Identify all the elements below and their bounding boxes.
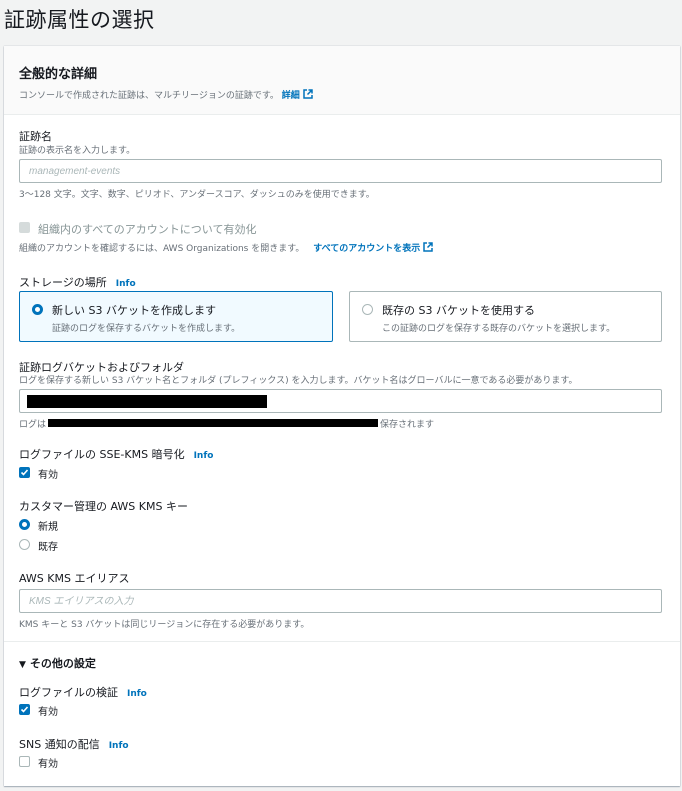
sns-delivery-checkbox[interactable] bbox=[19, 756, 30, 767]
log-validation-label: ログファイルの検証 Info bbox=[19, 686, 147, 699]
general-details-title: 全般的な詳細 bbox=[19, 67, 98, 82]
kms-alias-constraint: KMS キーと S3 バケットは同じリージョンに存在する必要があります。 bbox=[19, 620, 310, 630]
storage-info-link[interactable]: Info bbox=[116, 279, 136, 289]
new-s3-bucket-tile[interactable]: 新しい S3 バケットを作成します 証跡のログを保存するバケットを作成します。 bbox=[19, 291, 333, 342]
log-validation-checkbox[interactable] bbox=[19, 704, 30, 715]
kms-key-existing-radio[interactable] bbox=[19, 539, 30, 550]
view-all-accounts-link[interactable]: すべてのアカウントを表示 bbox=[313, 242, 433, 254]
new-s3-bucket-radio[interactable] bbox=[32, 304, 43, 315]
kms-alias-label: AWS KMS エイリアス bbox=[19, 572, 130, 585]
kms-key-new-radio[interactable] bbox=[19, 519, 30, 530]
checkmark-icon bbox=[20, 469, 29, 476]
additional-settings-toggle[interactable]: ▼ その他の設定 bbox=[19, 655, 96, 671]
panel-header: 全般的な詳細 コンソールで作成された証跡は、マルチリージョンの証跡です。 詳細 bbox=[4, 46, 680, 115]
log-location-text: ログは 保存されます bbox=[19, 419, 435, 430]
trail-name-input[interactable] bbox=[19, 159, 662, 183]
trail-attributes-panel: 全般的な詳細 コンソールで作成された証跡は、マルチリージョンの証跡です。 詳細 … bbox=[4, 46, 680, 786]
sse-kms-label: ログファイルの SSE-KMS 暗号化 Info bbox=[19, 448, 214, 461]
kms-key-existing-label: 既存 bbox=[38, 542, 58, 553]
organization-checkbox-label: 組織内のすべてのアカウントについて有効化 bbox=[38, 223, 257, 236]
kms-key-new-label: 新規 bbox=[38, 522, 58, 533]
general-details-description: コンソールで作成された証跡は、マルチリージョンの証跡です。 詳細 bbox=[19, 88, 665, 101]
checkmark-icon bbox=[20, 706, 29, 713]
section-divider bbox=[4, 641, 680, 642]
bucket-folder-input[interactable] bbox=[19, 389, 662, 413]
existing-s3-bucket-radio[interactable] bbox=[362, 304, 373, 315]
organization-checkbox[interactable] bbox=[19, 222, 30, 233]
organization-description: 組織のアカウントを確認するには、AWS Organizations を開きます。… bbox=[19, 241, 433, 254]
new-s3-bucket-description: 証跡のログを保存するバケットを作成します。 bbox=[52, 324, 241, 334]
kms-alias-input[interactable] bbox=[19, 589, 662, 613]
trail-name-label: 証跡名 bbox=[19, 130, 52, 143]
sns-delivery-info-link[interactable]: Info bbox=[109, 741, 129, 751]
sns-delivery-checkbox-label: 有効 bbox=[38, 759, 58, 770]
sse-kms-checkbox-label: 有効 bbox=[38, 470, 58, 481]
bucket-folder-description: ログを保存する新しい S3 バケット名とフォルダ (プレフィックス) を入力しま… bbox=[19, 376, 578, 386]
caret-down-icon: ▼ bbox=[19, 660, 26, 670]
existing-s3-bucket-tile[interactable]: 既存の S3 バケットを使用する この証跡のログを保存する既存のバケットを選択し… bbox=[349, 291, 662, 342]
redacted-bucket-name bbox=[27, 395, 267, 408]
redacted-log-path bbox=[48, 419, 378, 427]
log-validation-checkbox-label: 有効 bbox=[38, 707, 58, 718]
kms-key-label: カスタマー管理の AWS KMS キー bbox=[19, 500, 188, 513]
sse-kms-checkbox[interactable] bbox=[19, 467, 30, 478]
trail-name-description: 証跡の表示名を入力します。 bbox=[19, 146, 136, 156]
existing-s3-bucket-description: この証跡のログを保存する既存のバケットを選択します。 bbox=[382, 324, 616, 334]
external-link-icon bbox=[423, 242, 433, 252]
sse-kms-info-link[interactable]: Info bbox=[194, 451, 214, 461]
existing-s3-bucket-title: 既存の S3 バケットを使用する bbox=[382, 304, 535, 317]
new-s3-bucket-title: 新しい S3 バケットを作成します bbox=[52, 304, 216, 317]
external-link-icon bbox=[303, 89, 313, 99]
sns-delivery-label: SNS 通知の配信 Info bbox=[19, 738, 129, 751]
storage-location-label: ストレージの場所 Info bbox=[19, 276, 136, 289]
details-link[interactable]: 詳細 bbox=[282, 89, 313, 101]
trail-name-constraint: 3～128 文字。文字、数字、ピリオド、アンダースコア、ダッシュのみを使用できま… bbox=[19, 190, 375, 200]
page-title: 証跡属性の選択 bbox=[4, 8, 155, 32]
log-validation-info-link[interactable]: Info bbox=[127, 689, 147, 699]
